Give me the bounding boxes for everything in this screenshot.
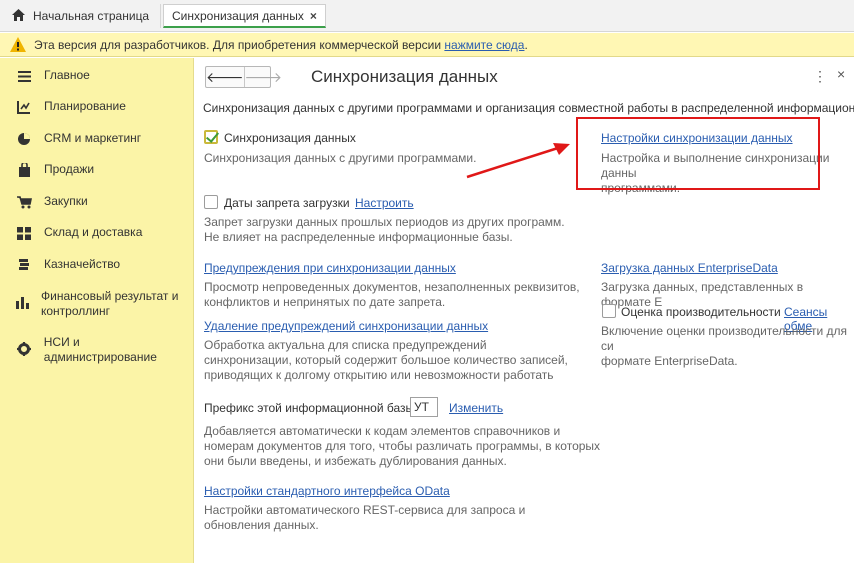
annotation-arrow — [466, 143, 570, 179]
